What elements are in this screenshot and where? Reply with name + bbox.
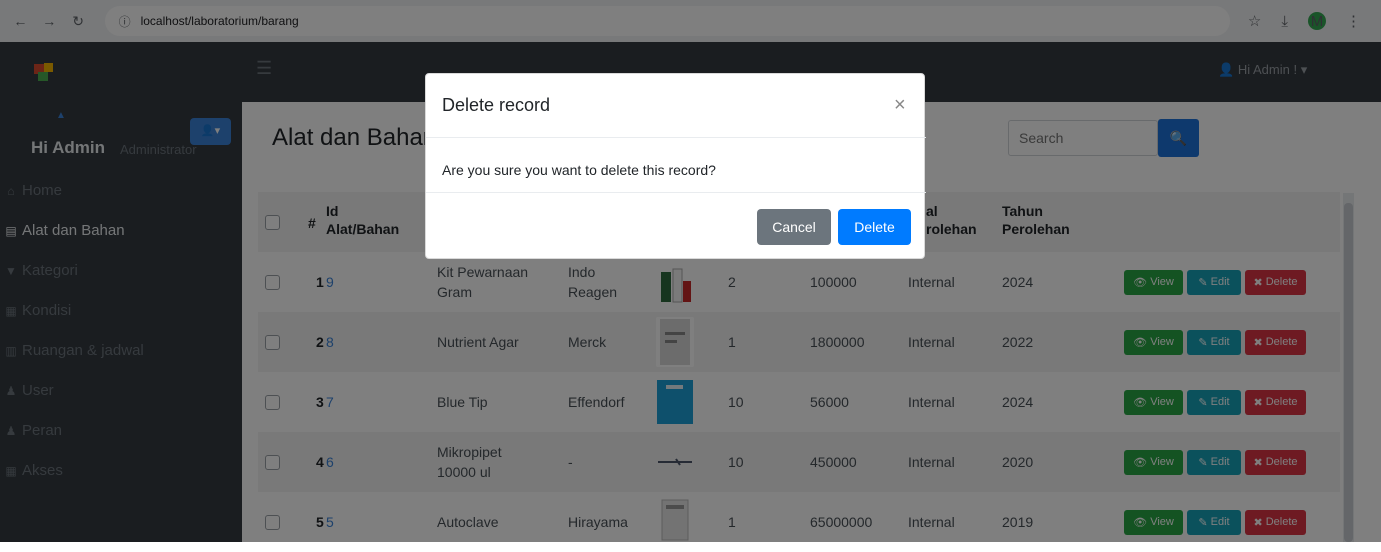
close-icon[interactable]: ×: [894, 94, 906, 117]
modal-message: Are you sure you want to delete this rec…: [442, 162, 716, 178]
delete-confirm-modal: Delete record × Are you sure you want to…: [425, 73, 926, 260]
modal-footer: Cancel Delete: [426, 193, 926, 260]
modal-body: Are you sure you want to delete this rec…: [426, 138, 926, 193]
modal-header: Delete record ×: [426, 74, 926, 138]
cancel-button[interactable]: Cancel: [757, 209, 831, 245]
confirm-delete-button[interactable]: Delete: [838, 209, 911, 245]
modal-title: Delete record: [442, 95, 551, 115]
